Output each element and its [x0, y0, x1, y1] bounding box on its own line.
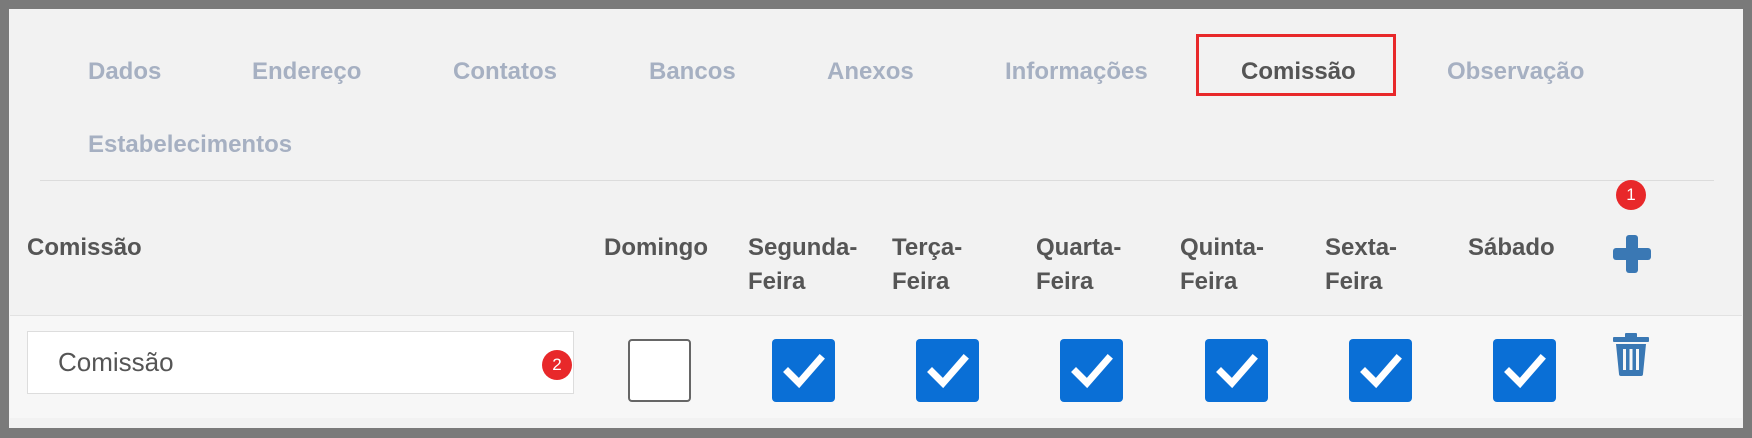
header-segunda: Segunda- Feira [748, 231, 857, 299]
checkmark-icon [926, 353, 969, 388]
header-domingo: Domingo [604, 234, 708, 261]
header-terca: Terça- Feira [892, 231, 962, 299]
checkbox-segunda[interactable] [772, 339, 835, 402]
header-sexta-line2: Feira [1325, 268, 1383, 295]
header-quinta: Quinta- Feira [1180, 231, 1264, 299]
header-terca-line2: Feira [892, 268, 950, 295]
tab-informacoes[interactable]: Informações [1005, 58, 1148, 86]
checkmark-icon [1359, 353, 1402, 388]
header-segunda-line2: Feira [748, 268, 806, 295]
active-tab-highlight [1196, 34, 1396, 96]
header-quinta-line1: Quinta- [1180, 234, 1264, 261]
checkmark-icon [1070, 353, 1113, 388]
header-quinta-line2: Feira [1180, 268, 1238, 295]
header-terca-line1: Terça- [892, 234, 963, 261]
delete-button[interactable] [1612, 332, 1650, 376]
header-quarta-line2: Feira [1036, 268, 1094, 295]
checkbox-quinta[interactable] [1205, 339, 1268, 402]
tab-observacao[interactable]: Observação [1447, 58, 1584, 86]
checkmark-icon [1215, 353, 1258, 388]
add-button[interactable] [1611, 233, 1653, 275]
tab-estabelecimentos[interactable]: Estabelecimentos [88, 131, 292, 159]
checkmark-icon [782, 353, 825, 388]
tab-dados[interactable]: Dados [88, 58, 161, 86]
checkbox-quarta[interactable] [1060, 339, 1123, 402]
checkbox-domingo[interactable] [628, 339, 691, 402]
tab-divider [40, 180, 1714, 181]
checkbox-terca[interactable] [916, 339, 979, 402]
checkbox-sexta[interactable] [1349, 339, 1412, 402]
header-comissao: Comissão [27, 234, 142, 261]
tab-endereco[interactable]: Endereço [252, 58, 361, 86]
plus-icon [1613, 235, 1651, 273]
header-sexta-line1: Sexta- [1325, 234, 1398, 261]
comissao-input[interactable] [27, 331, 574, 394]
tab-bancos[interactable]: Bancos [649, 58, 736, 86]
trash-icon [1613, 333, 1649, 376]
header-sabado: Sábado [1468, 234, 1555, 261]
header-sexta: Sexta- Feira [1325, 231, 1397, 299]
tab-bar: Dados Endereço Contatos Bancos Anexos In… [0, 0, 1752, 190]
annotation-badge-2: 2 [542, 350, 572, 380]
header-segunda-line1: Segunda- [748, 234, 858, 261]
annotation-badge-1: 1 [1616, 180, 1646, 210]
checkbox-sabado[interactable] [1493, 339, 1556, 402]
header-quarta-line1: Quarta- [1036, 234, 1122, 261]
header-quarta: Quarta- Feira [1036, 231, 1121, 299]
checkmark-icon [1503, 353, 1546, 388]
tab-contatos[interactable]: Contatos [453, 58, 557, 86]
tab-anexos[interactable]: Anexos [827, 58, 914, 86]
